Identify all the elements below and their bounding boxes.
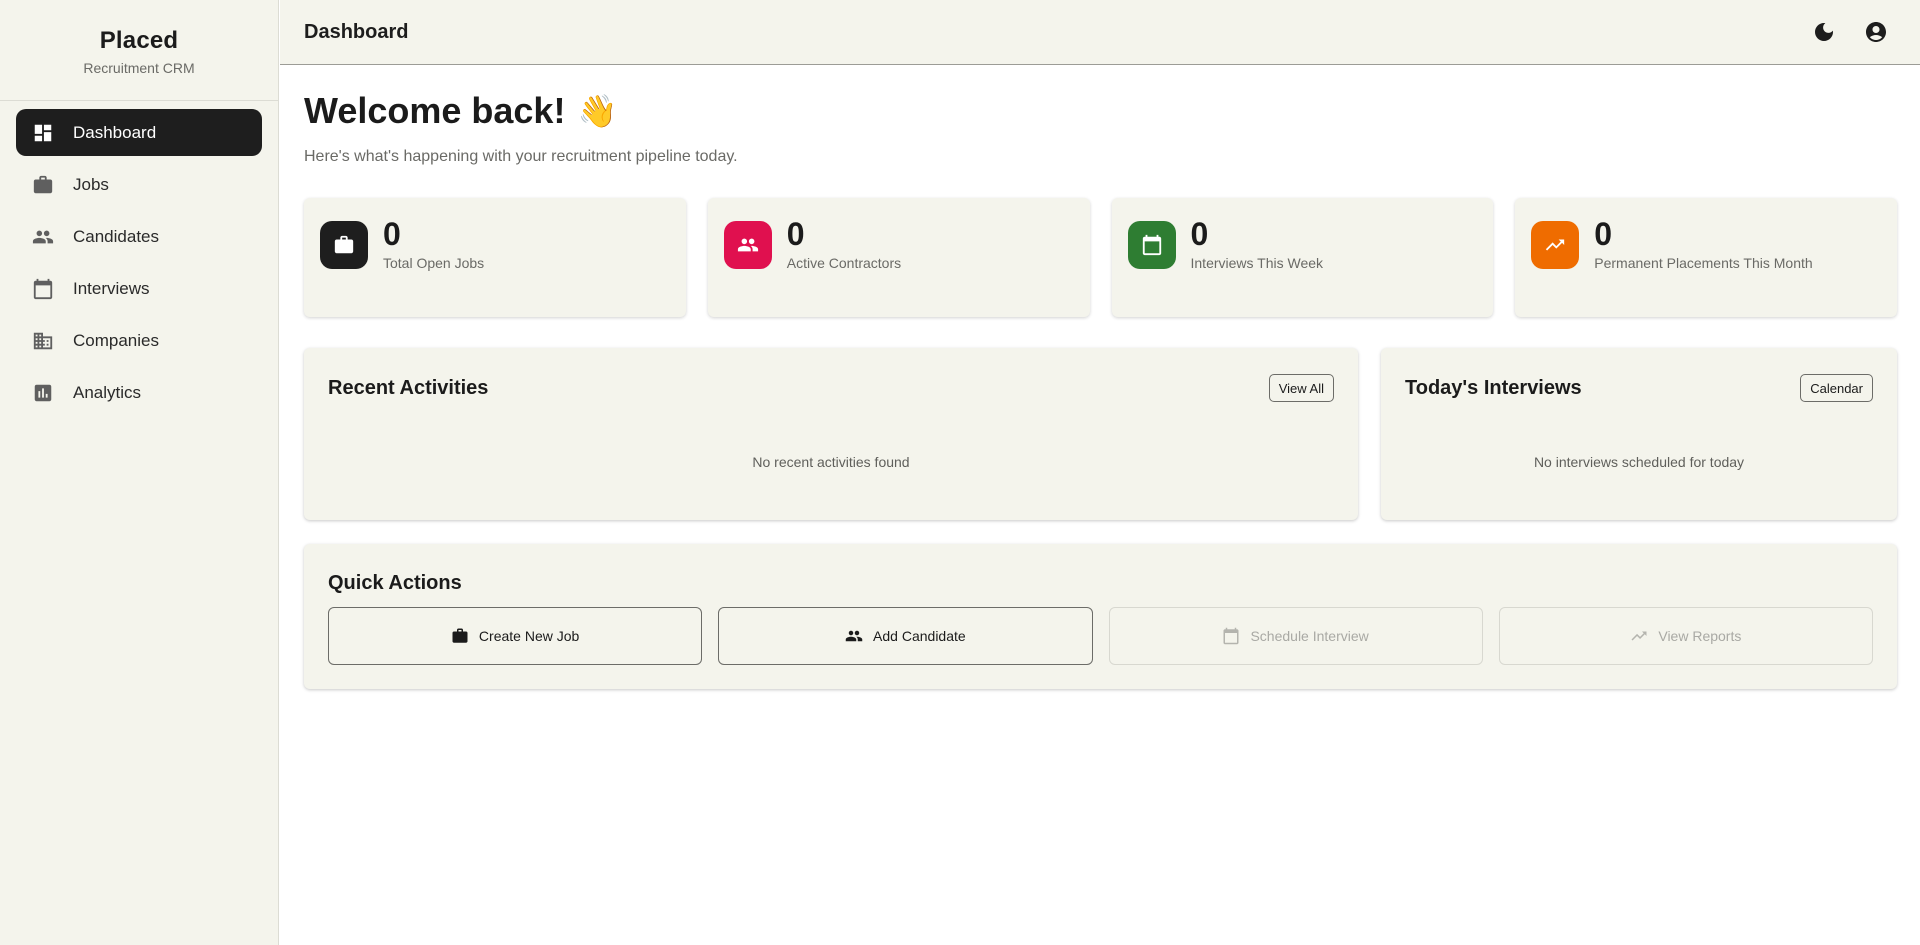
empty-state-text: No interviews scheduled for today <box>1533 454 1745 470</box>
analytics-icon <box>32 382 54 404</box>
panel-title: Today's Interviews <box>1405 377 1582 399</box>
stat-value: 0 <box>1594 216 1613 252</box>
sidebar-nav: Dashboard Jobs Candidates Interviews Com… <box>0 101 278 416</box>
sidebar: Placed Recruitment CRM Dashboard Jobs Ca… <box>0 0 279 945</box>
brand-subtitle: Recruitment CRM <box>83 60 195 76</box>
stat-label: Active Contractors <box>786 255 902 271</box>
brand: Placed Recruitment CRM <box>0 0 278 101</box>
briefcase-icon <box>451 627 479 645</box>
stat-card-placements-month: 0 Permanent Placements This Month <box>1515 198 1897 317</box>
calendar-icon <box>1222 627 1250 645</box>
account-button[interactable] <box>1862 18 1890 46</box>
moon-icon <box>1812 20 1836 44</box>
create-new-job-button[interactable]: Create New Job <box>328 607 703 665</box>
sidebar-item-label: Candidates <box>73 226 160 246</box>
sidebar-item-label: Interviews <box>73 278 150 298</box>
building-icon <box>32 330 54 352</box>
add-candidate-button[interactable]: Add Candidate <box>718 607 1093 665</box>
sidebar-item-label: Dashboard <box>73 122 157 142</box>
stat-card-open-jobs: 0 Total Open Jobs <box>304 198 686 317</box>
trending-up-icon <box>1544 234 1566 256</box>
top-header: Dashboard <box>280 0 1920 65</box>
welcome-text: Welcome back! <box>304 90 566 131</box>
stat-icon-box <box>320 221 368 269</box>
stat-icon-box <box>1127 221 1176 269</box>
sidebar-item-interviews[interactable]: Interviews <box>16 265 262 312</box>
account-circle-icon <box>1864 20 1888 44</box>
stat-card-active-contractors: 0 Active Contractors <box>707 198 1090 317</box>
sidebar-item-candidates[interactable]: Candidates <box>16 213 262 260</box>
panel-title: Quick Actions <box>328 572 462 594</box>
stat-icon-box <box>723 221 772 269</box>
button-label: Create New Job <box>478 628 580 644</box>
dark-mode-toggle[interactable] <box>1810 18 1838 46</box>
stat-icon-box <box>1531 221 1580 269</box>
trending-up-icon <box>1630 627 1658 645</box>
activity-row: Recent Activities View All No recent act… <box>304 348 1897 520</box>
button-label: View Reports <box>1658 628 1742 644</box>
quick-actions-panel: Quick Actions Create New Job Add Candida… <box>304 544 1897 689</box>
sidebar-item-companies[interactable]: Companies <box>16 317 262 364</box>
dashboard-icon <box>32 122 54 144</box>
stat-label: Total Open Jobs <box>383 255 485 271</box>
empty-state-text: No recent activities found <box>752 454 910 470</box>
brand-name: Placed <box>99 27 179 54</box>
sidebar-item-label: Companies <box>73 330 159 350</box>
stat-card-interviews-week: 0 Interviews This Week <box>1111 198 1494 317</box>
stat-value: 0 <box>1190 216 1209 252</box>
recent-activities-panel: Recent Activities View All No recent act… <box>304 348 1358 520</box>
welcome-heading: Welcome back! 👋 <box>304 89 1897 133</box>
page-title: Dashboard <box>304 20 409 43</box>
schedule-interview-button[interactable]: Schedule Interview <box>1108 607 1483 665</box>
stat-label: Interviews This Week <box>1190 255 1324 271</box>
people-icon <box>845 627 873 645</box>
panel-title: Recent Activities <box>328 377 489 399</box>
briefcase-icon <box>333 234 355 256</box>
calendar-icon <box>1141 234 1163 256</box>
quick-actions-buttons: Create New Job Add Candidate Schedule In… <box>328 607 1873 665</box>
sidebar-item-dashboard[interactable]: Dashboard <box>16 109 262 156</box>
button-label: Add Candidate <box>873 628 966 644</box>
stats-row: 0 Total Open Jobs 0 Active Contractors 0… <box>304 198 1897 317</box>
sidebar-item-jobs[interactable]: Jobs <box>16 161 262 208</box>
briefcase-icon <box>32 174 54 196</box>
header-actions <box>1810 18 1890 46</box>
people-icon <box>32 226 54 248</box>
sidebar-item-analytics[interactable]: Analytics <box>16 369 262 416</box>
todays-interviews-panel: Today's Interviews Calendar No interview… <box>1381 348 1897 520</box>
view-reports-button[interactable]: View Reports <box>1498 607 1873 665</box>
stat-value: 0 <box>383 216 401 252</box>
sidebar-item-label: Jobs <box>73 174 109 194</box>
welcome-subtitle: Here's what's happening with your recrui… <box>304 148 738 165</box>
people-icon <box>737 234 759 256</box>
calendar-icon <box>32 278 54 300</box>
view-all-button[interactable]: View All <box>1268 374 1334 402</box>
stat-value: 0 <box>786 216 805 252</box>
sidebar-item-label: Analytics <box>73 382 142 402</box>
button-label: Schedule Interview <box>1250 628 1369 644</box>
calendar-button[interactable]: Calendar <box>1800 374 1873 402</box>
stat-label: Permanent Placements This Month <box>1594 255 1813 271</box>
wave-emoji: 👋 <box>577 93 618 129</box>
main-content: Welcome back! 👋 Here's what's happening … <box>280 66 1920 945</box>
